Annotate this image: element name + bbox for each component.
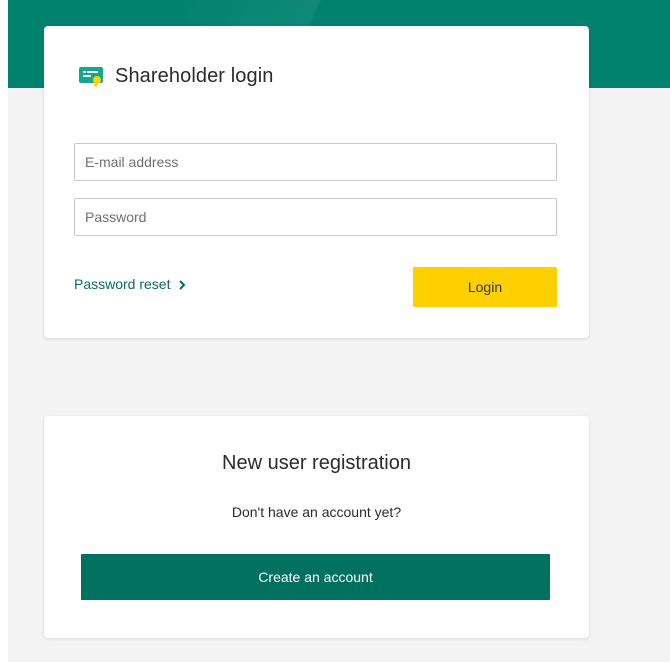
registration-title: New user registration <box>222 452 411 474</box>
login-heading: Shareholder login <box>78 64 273 88</box>
email-field[interactable] <box>74 143 557 181</box>
login-card: Shareholder login Password reset Login <box>44 26 589 338</box>
password-reset-link[interactable]: Password reset <box>74 276 186 292</box>
create-account-button[interactable]: Create an account <box>81 554 550 600</box>
certificate-icon <box>78 64 104 88</box>
password-reset-label: Password reset <box>74 276 171 292</box>
chevron-right-icon <box>178 278 186 290</box>
login-button[interactable]: Login <box>413 267 557 307</box>
registration-card: New user registration Don't have an acco… <box>44 416 589 638</box>
registration-question: Don't have an account yet? <box>231 504 402 520</box>
login-title: Shareholder login <box>115 64 274 87</box>
password-field[interactable] <box>74 198 557 236</box>
